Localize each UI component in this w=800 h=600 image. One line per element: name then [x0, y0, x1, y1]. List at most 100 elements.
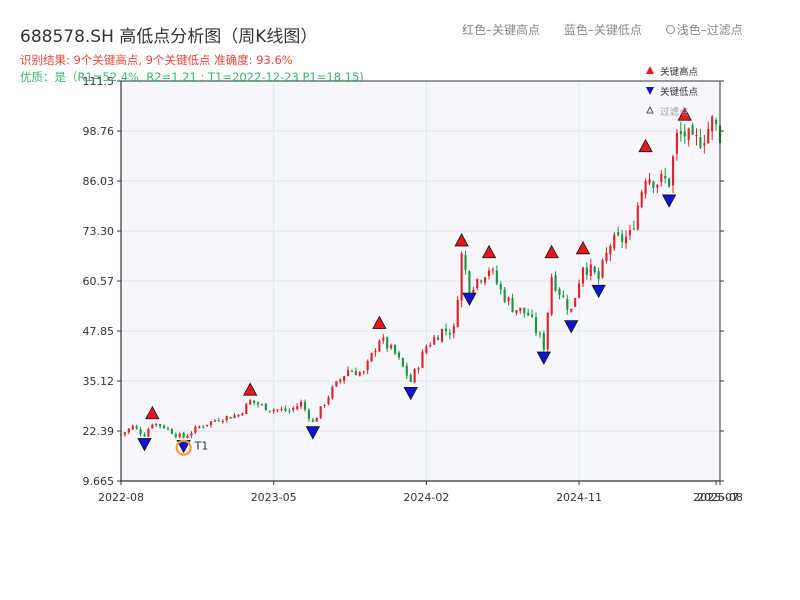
y-tick-label: 47.85 — [83, 325, 115, 338]
candle-body — [589, 264, 592, 276]
candle-body — [417, 368, 420, 370]
candle-body — [421, 351, 424, 368]
legend-red-label: 红色–关键高点 — [462, 23, 541, 37]
y-tick-label: 98.76 — [83, 125, 115, 138]
candle-body — [534, 317, 538, 333]
candle-body — [621, 234, 624, 243]
candle-body — [147, 429, 150, 437]
candle-body — [671, 156, 675, 186]
candle-body — [531, 314, 534, 317]
candle-body — [123, 432, 126, 435]
candle-body — [335, 381, 338, 387]
candle-body — [405, 365, 408, 376]
candle-body — [393, 344, 397, 354]
candle-body — [159, 424, 162, 427]
candle-body — [151, 424, 154, 429]
candle-body — [315, 417, 318, 422]
candle-body — [597, 271, 600, 280]
candle-body — [652, 181, 655, 188]
candle-body — [370, 352, 373, 362]
candle-body — [362, 371, 365, 373]
candle-body — [182, 433, 185, 438]
candle-body — [276, 409, 279, 411]
candle-body — [511, 297, 514, 313]
candle-body — [178, 433, 181, 438]
candle-body — [464, 255, 467, 271]
candle-body — [303, 402, 307, 410]
candle-body — [202, 426, 205, 428]
candlestick-chart: T1 9.665 22.39 35.12 47.85 60.57 73.30 86.03 98… — [83, 66, 743, 504]
candle-body — [186, 435, 189, 438]
candle-body — [225, 416, 228, 421]
candle-body — [715, 119, 718, 124]
candle-body — [331, 386, 334, 399]
candle-body — [221, 421, 224, 423]
candle-body — [495, 270, 498, 284]
candle-body — [699, 137, 702, 148]
candle-body — [386, 337, 389, 349]
candle-body — [507, 297, 510, 302]
candle-body — [660, 173, 663, 183]
candle-body — [433, 337, 436, 345]
candle-body — [425, 346, 428, 353]
candle-body — [668, 178, 671, 187]
candle-body — [190, 433, 193, 436]
top-legend: 红色–关键高点 蓝色–关键低点 浅色–过滤点 — [462, 21, 763, 38]
candle-body — [397, 352, 401, 358]
candle-body — [675, 132, 679, 154]
candle-body — [260, 404, 264, 406]
candle-body — [593, 266, 596, 273]
candle-body — [241, 413, 244, 416]
candle-body — [413, 369, 416, 383]
candle-body — [656, 184, 659, 188]
candle-body — [233, 415, 236, 418]
y-tick-label: 9.665 — [83, 475, 115, 488]
x-tick-label: 2022-08 — [98, 491, 144, 504]
candle-body — [632, 228, 635, 230]
candle-body — [401, 357, 404, 367]
candle-body — [585, 267, 588, 276]
legend-light-label: 浅色–过滤点 — [676, 23, 743, 37]
t1-label: T1 — [194, 440, 209, 453]
candle-body — [437, 337, 440, 341]
light-circle-icon — [665, 25, 675, 34]
candle-body — [300, 401, 303, 407]
candle-body — [135, 426, 138, 429]
candle-body — [166, 428, 170, 430]
candle-body — [695, 135, 698, 137]
candle-body — [546, 312, 549, 350]
candle-body — [256, 402, 260, 405]
candle-body — [460, 253, 463, 301]
legend-blue-label: 蓝色–关键低点 — [563, 23, 642, 37]
candle-body — [127, 428, 130, 433]
candle-body — [237, 414, 240, 417]
candle-body — [691, 125, 694, 135]
candle-body — [429, 345, 432, 347]
candle-body — [456, 299, 459, 328]
candle-body — [170, 429, 173, 434]
candle-body — [409, 374, 412, 382]
candle-body — [452, 326, 455, 334]
chart-title: 688578.SH 高低点分析图（周K线图） — [20, 27, 318, 47]
x-tick-label: 2024-11 — [556, 491, 602, 504]
candle-body — [162, 425, 166, 429]
candle-body — [562, 295, 565, 298]
candle-body — [707, 128, 710, 144]
candle-body — [550, 277, 553, 315]
candle-body — [284, 408, 287, 411]
candle-body — [374, 351, 377, 353]
candle-body — [139, 429, 142, 435]
candle-body — [292, 408, 295, 410]
candle-body — [444, 328, 448, 332]
candle-body — [249, 400, 252, 405]
candle-body — [703, 143, 706, 146]
legend-high-label: 关键高点 — [660, 66, 699, 78]
candle-body — [382, 337, 385, 341]
candle-body — [143, 434, 146, 437]
candle-body — [440, 329, 444, 342]
candle-body — [574, 297, 577, 307]
y-tick-label: 60.57 — [83, 275, 115, 288]
candle-body — [617, 232, 620, 236]
candle-body — [343, 376, 346, 381]
candle-body — [311, 419, 314, 422]
